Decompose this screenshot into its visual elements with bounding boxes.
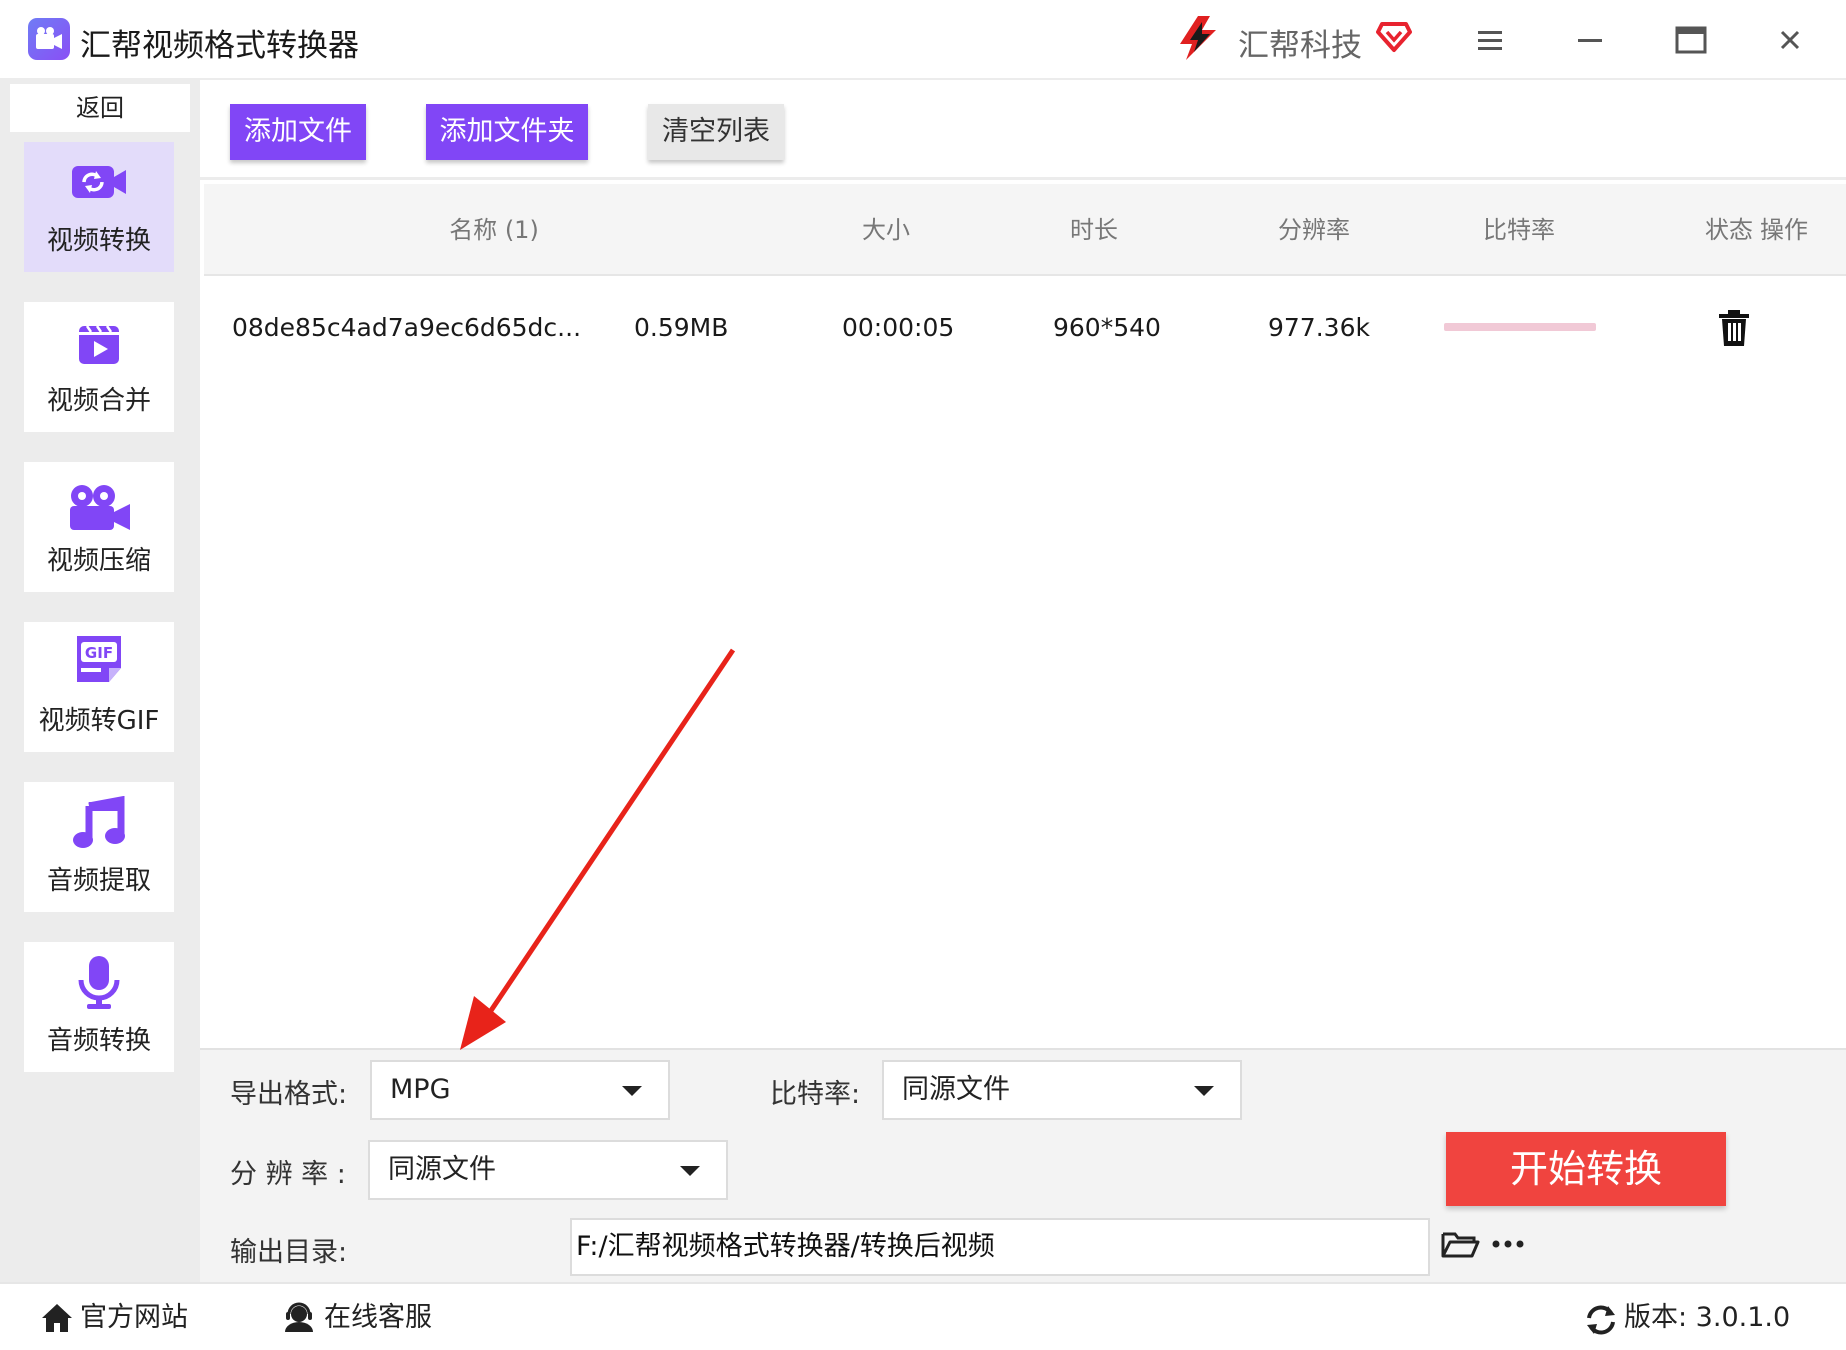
official-website-label: 官方网站 — [80, 1302, 188, 1333]
video-compress-icon — [66, 482, 132, 536]
file-table: 名称 (1) 大小 时长 分辨率 比特率 状态 操作 08de85c4ad7a9… — [204, 184, 1846, 1048]
sidebar-item-audio-convert[interactable]: 音频转换 — [24, 942, 174, 1072]
file-size: 0.59MB — [634, 313, 729, 342]
bitrate-value: 同源文件 — [902, 1074, 1010, 1105]
menu-icon[interactable] — [1460, 14, 1520, 66]
start-convert-button[interactable]: 开始转换 — [1446, 1132, 1726, 1206]
resolution-value: 同源文件 — [388, 1154, 496, 1185]
add-folder-button[interactable]: 添加文件夹 — [426, 104, 588, 160]
title-bar: 汇帮视频格式转换器 汇帮科技 — [0, 0, 1846, 80]
column-header-name: 名称 (1) — [449, 216, 539, 244]
file-name: 08de85c4ad7a9ec6d65dc... — [232, 313, 582, 342]
sidebar-item-label: 视频压缩 — [46, 546, 151, 576]
sidebar-item-label: 视频转GIF — [38, 706, 160, 736]
refresh-icon — [1587, 1305, 1615, 1335]
column-header-action: 操作 — [1760, 216, 1808, 244]
sidebar-item-label: 音频提取 — [46, 866, 151, 896]
online-support-link[interactable]: 在线客服 — [282, 1296, 452, 1340]
column-header-bitrate: 比特率 — [1483, 216, 1555, 244]
app-logo-icon — [28, 18, 70, 60]
format-select[interactable]: MPG — [370, 1060, 670, 1120]
resolution-select[interactable]: 同源文件 — [368, 1140, 728, 1200]
bitrate-select[interactable]: 同源文件 — [882, 1060, 1242, 1120]
column-header-size: 大小 — [862, 216, 910, 244]
status-progress-bar — [1444, 323, 1596, 331]
sidebar-item-video-gif[interactable]: GIF 视频转GIF — [24, 622, 174, 752]
app-title: 汇帮视频格式转换器 — [80, 28, 359, 64]
delete-icon[interactable] — [1717, 309, 1751, 351]
toolbar: 添加文件 添加文件夹 清空列表 — [200, 80, 1846, 180]
home-icon — [42, 1304, 72, 1332]
sidebar-item-label: 视频合并 — [46, 386, 151, 416]
official-website-link[interactable]: 官方网站 — [40, 1296, 210, 1340]
footer: 官方网站 在线客服 版本: 3.0.1.0 — [0, 1282, 1846, 1350]
output-path-input[interactable]: F:/汇帮视频格式转换器/转换后视频 — [570, 1218, 1430, 1276]
column-header-duration: 时长 — [1070, 216, 1118, 244]
video-convert-icon — [70, 162, 128, 206]
version-label: 版本: 3.0.1.0 — [1624, 1302, 1791, 1333]
brand-logo-icon — [1176, 14, 1222, 62]
format-label: 导出格式: — [230, 1079, 348, 1110]
sidebar-item-video-convert[interactable]: 视频转换 — [24, 142, 174, 272]
file-resolution: 960*540 — [1053, 313, 1161, 342]
file-bitrate: 977.36k — [1268, 313, 1370, 342]
close-icon[interactable] — [1760, 14, 1820, 66]
chevron-down-icon — [1194, 1086, 1214, 1096]
maximize-icon[interactable] — [1660, 14, 1720, 66]
format-value: MPG — [390, 1074, 451, 1105]
table-header: 名称 (1) 大小 时长 分辨率 比特率 状态 — [204, 184, 1846, 276]
sidebar-item-label: 音频转换 — [46, 1026, 151, 1056]
customer-service-icon — [285, 1302, 313, 1332]
chevron-down-icon — [622, 1086, 642, 1096]
folder-icon[interactable] — [1440, 1228, 1480, 1264]
music-note-icon — [71, 795, 127, 854]
brand-name: 汇帮科技 — [1238, 28, 1362, 64]
sidebar-item-video-merge[interactable]: 视频合并 — [24, 302, 174, 432]
microphone-icon — [76, 954, 122, 1014]
sidebar-item-audio-extract[interactable]: 音频提取 — [24, 782, 174, 912]
settings-panel: 导出格式: MPG 比特率: 同源文件 分 辨 率 : 同源文件 输出目录: F… — [200, 1048, 1846, 1282]
resolution-label: 分 辨 率 : — [230, 1159, 346, 1190]
gif-icon: GIF — [73, 632, 125, 690]
sidebar-item-video-compress[interactable]: 视频压缩 — [24, 462, 174, 592]
bitrate-label: 比特率: — [770, 1079, 861, 1110]
more-options-icon[interactable] — [1490, 1228, 1526, 1264]
svg-text:GIF: GIF — [85, 644, 113, 662]
back-button[interactable]: 返回 — [10, 84, 190, 132]
add-file-button[interactable]: 添加文件 — [230, 104, 366, 160]
file-duration: 00:00:05 — [842, 313, 955, 342]
column-header-resolution: 分辨率 — [1278, 216, 1350, 244]
clear-list-button[interactable]: 清空列表 — [648, 104, 784, 160]
chevron-down-icon — [680, 1166, 700, 1176]
table-row[interactable]: 08de85c4ad7a9ec6d65dc... 0.59MB 00:00:05… — [204, 278, 1846, 378]
video-merge-icon — [75, 322, 123, 372]
sidebar-item-label: 视频转换 — [46, 226, 151, 256]
sidebar: 返回 视频转换 视频合并 视频压缩 GIF 视频转GIF 音频提取 音频转换 — [0, 80, 200, 1282]
output-dir-label: 输出目录: — [230, 1237, 348, 1268]
vip-diamond-icon[interactable] — [1376, 18, 1412, 54]
minimize-icon[interactable] — [1560, 14, 1620, 66]
online-support-label: 在线客服 — [324, 1302, 432, 1333]
